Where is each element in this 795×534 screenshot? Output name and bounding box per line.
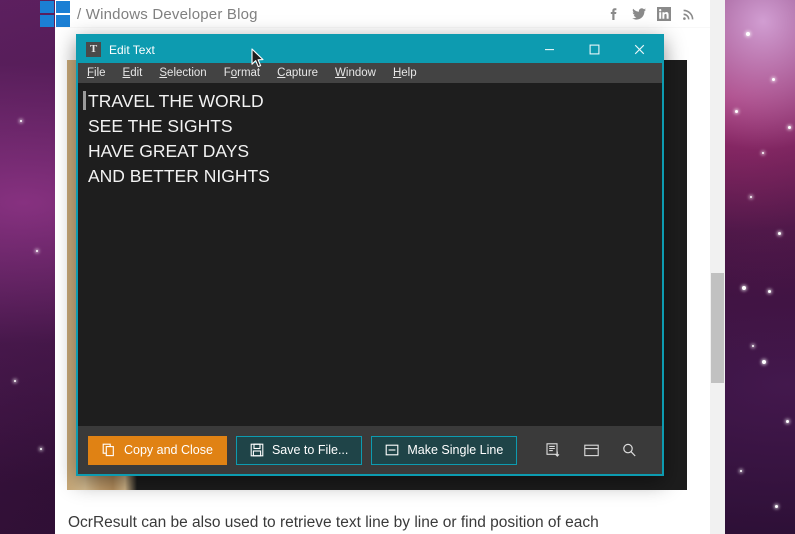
window-layout-icon[interactable] [576, 436, 606, 465]
menu-item-selection[interactable]: Selection [159, 67, 206, 79]
text-line: HAVE GREAT DAYS [88, 141, 250, 161]
copy-icon [102, 443, 116, 457]
menu-item-file[interactable]: File [87, 67, 106, 79]
dialog-footer: Copy and Close Save to File... Make Sing… [78, 426, 662, 474]
text-editor-area[interactable]: TRAVEL THE WORLD SEE THE SIGHTS HAVE GRE… [78, 83, 662, 426]
star [768, 290, 771, 293]
star [742, 286, 746, 290]
star [775, 505, 778, 508]
text-line: TRAVEL THE WORLD [88, 91, 264, 111]
page-scrollbar-thumb[interactable] [711, 273, 724, 383]
menu-item-edit[interactable]: Edit [123, 67, 143, 79]
text-line: AND BETTER NIGHTS [88, 166, 270, 186]
windows-logo-icon[interactable] [38, 0, 72, 28]
star [746, 32, 750, 36]
dialog-titlebar[interactable]: T Edit Text [78, 36, 662, 63]
facebook-icon[interactable] [606, 6, 622, 22]
mouse-cursor [251, 48, 265, 69]
star [786, 420, 789, 423]
copy-and-close-label: Copy and Close [124, 443, 213, 457]
star [762, 360, 766, 364]
header-divider [55, 27, 715, 28]
text-line: SEE THE SIGHTS [88, 116, 233, 136]
breadcrumb[interactable]: / Windows Developer Blog [77, 0, 258, 28]
save-disk-icon [250, 443, 264, 457]
blog-header: / Windows Developer Blog [40, 0, 715, 28]
close-button[interactable] [617, 36, 662, 63]
star [772, 78, 775, 81]
star [788, 126, 791, 129]
copy-and-close-button[interactable]: Copy and Close [88, 435, 227, 465]
text-tool-icon: T [86, 42, 101, 57]
dialog-title: Edit Text [109, 42, 155, 57]
star [735, 110, 738, 113]
menu-item-capture[interactable]: Capture [277, 67, 318, 79]
menu-item-help[interactable]: Help [393, 67, 417, 79]
linkedin-icon[interactable] [656, 6, 672, 22]
menu-bar: File Edit Selection Format Capture Windo… [78, 63, 662, 83]
minimize-button[interactable] [527, 36, 572, 63]
search-icon[interactable] [614, 436, 644, 465]
menu-item-window[interactable]: Window [335, 67, 376, 79]
star [762, 152, 764, 154]
star [752, 345, 754, 347]
single-line-icon [385, 443, 399, 457]
save-to-file-label: Save to File... [271, 443, 349, 457]
make-single-line-button[interactable]: Make Single Line [371, 435, 518, 465]
rss-icon[interactable] [681, 6, 697, 22]
page-scrollbar-track[interactable] [710, 0, 725, 534]
star [20, 120, 22, 122]
social-links [606, 0, 697, 28]
star [740, 470, 742, 472]
star [40, 448, 42, 450]
window-controls [527, 36, 662, 63]
text-caret [83, 91, 86, 110]
make-single-line-label: Make Single Line [407, 443, 504, 457]
edit-text-dialog: T Edit Text File Edit Selection Format C… [76, 34, 664, 476]
twitter-icon[interactable] [631, 6, 647, 22]
article-paragraph: OcrResult can be also used to retrieve t… [68, 514, 599, 531]
maximize-button[interactable] [572, 36, 617, 63]
footer-icon-group [538, 436, 644, 465]
star [778, 232, 781, 235]
star [14, 380, 16, 382]
star [750, 196, 752, 198]
save-to-file-button[interactable]: Save to File... [235, 435, 363, 465]
star [36, 250, 38, 252]
insert-line-icon[interactable] [538, 436, 568, 465]
